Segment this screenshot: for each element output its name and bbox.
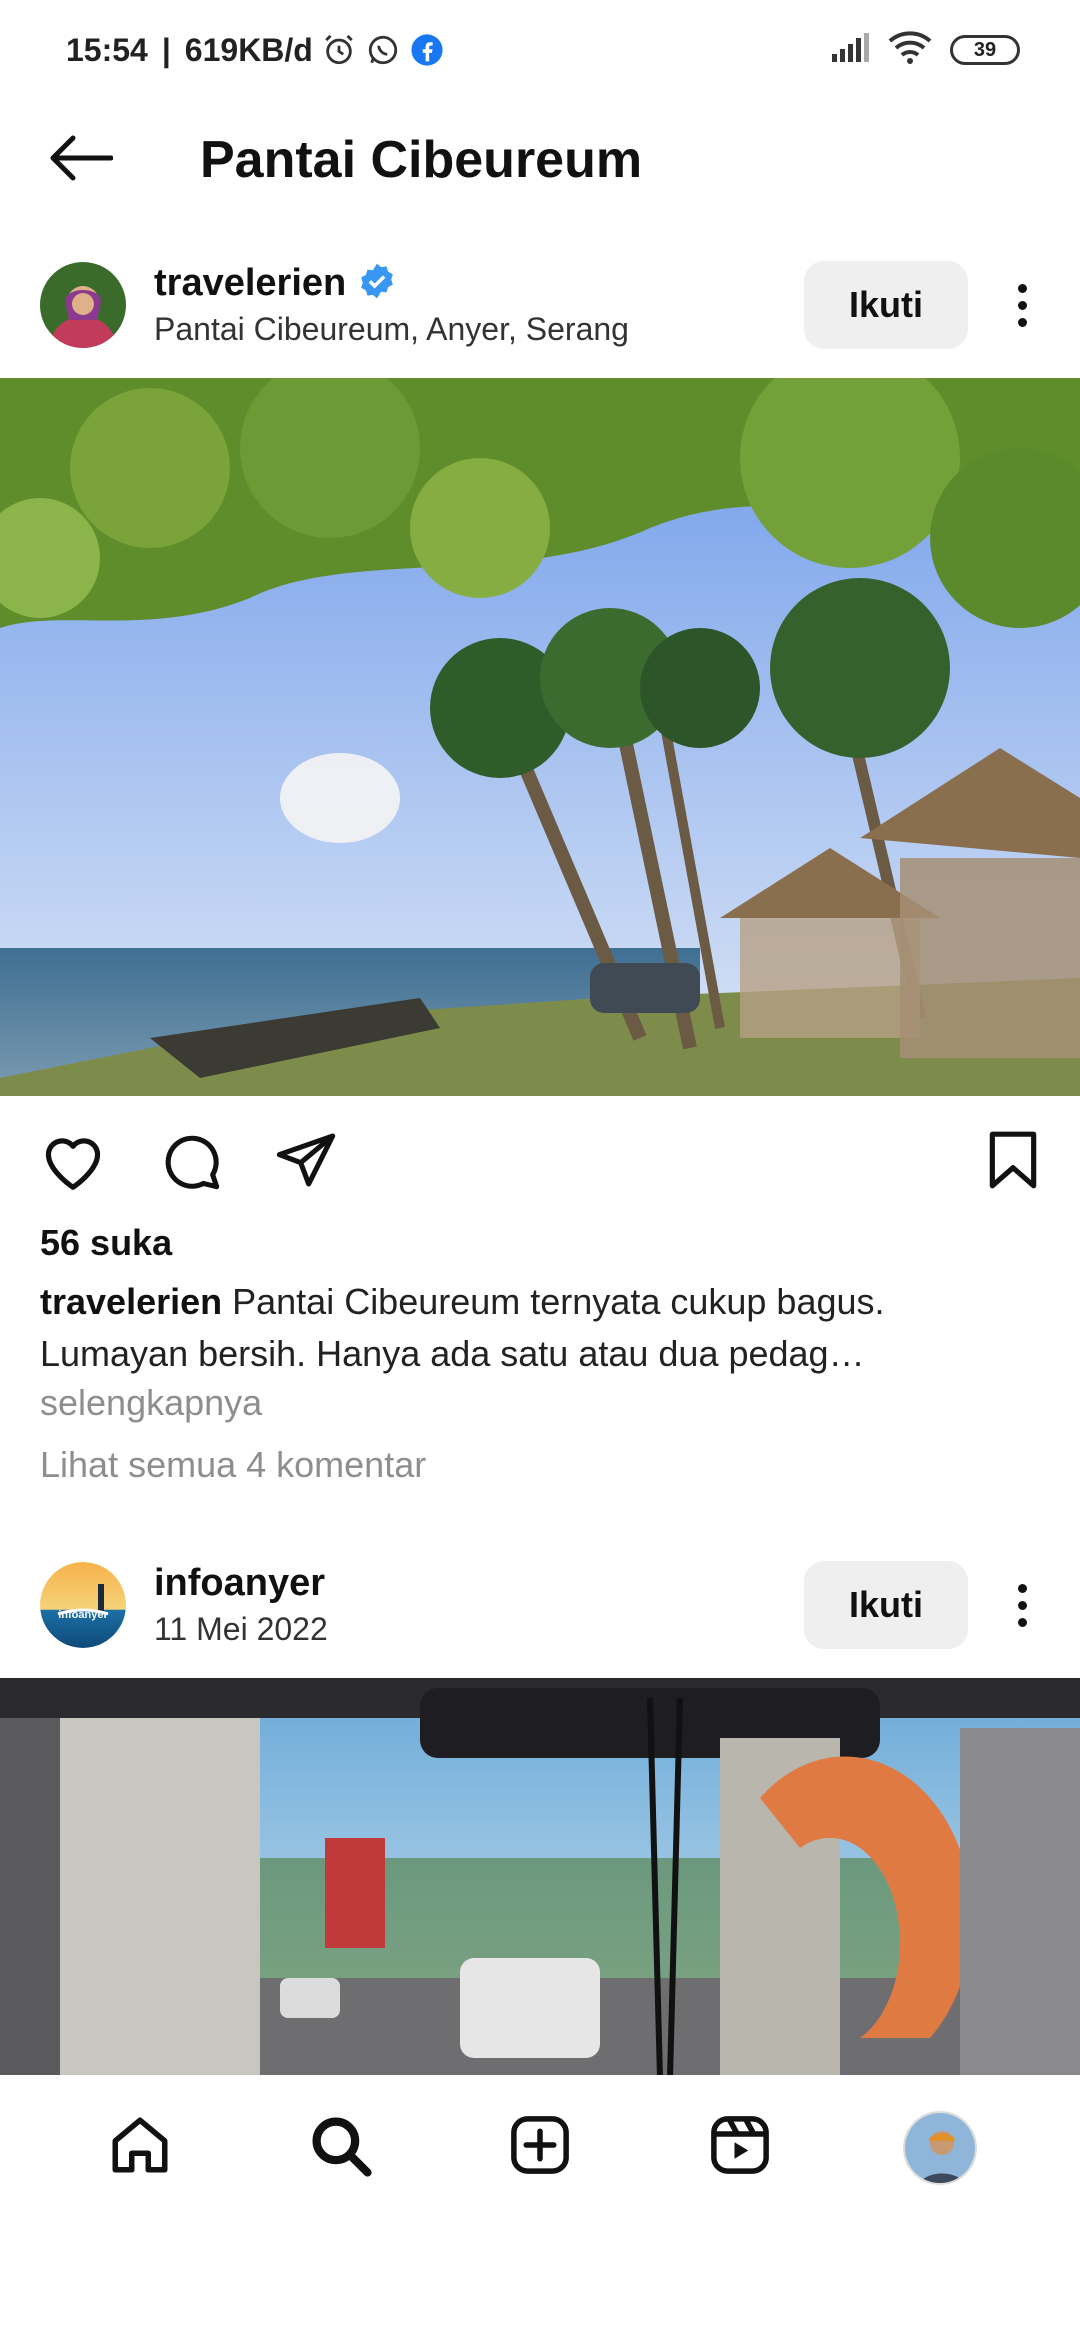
post-image[interactable]: [0, 1678, 1080, 2078]
post-actions: [0, 1110, 1080, 1210]
nav-home[interactable]: [80, 2088, 200, 2208]
post-image[interactable]: [0, 378, 1080, 1096]
follow-button[interactable]: Ikuti: [804, 261, 968, 349]
username[interactable]: travelerien: [154, 262, 346, 305]
more-dot: [1017, 1583, 1027, 1593]
nav-reels[interactable]: [680, 2088, 800, 2208]
post-header: infoanyer infoanyer 11 Mei 2022 Ikuti: [0, 1530, 1080, 1680]
top-header: Pantai Cibeureum: [0, 100, 1080, 220]
post-date: 11 Mei 2022: [154, 1611, 328, 1647]
post-caption: travelerien Pantai Cibeureum ternyata cu…: [40, 1276, 1040, 1380]
more-dot: [1017, 283, 1027, 293]
status-speed: 619KB/d: [184, 31, 313, 68]
signal-icon: [830, 32, 870, 69]
view-comments-link[interactable]: Lihat semua 4 komentar: [40, 1444, 426, 1486]
wifi-icon: [888, 30, 932, 70]
gesture-area: [0, 2220, 1080, 2340]
share-icon[interactable]: [274, 1120, 338, 1200]
status-left: 15:54 | 619KB/d: [66, 32, 445, 69]
app-screen: 15:54 | 619KB/d 39 Pantai Cibeureum trav…: [0, 0, 1080, 2340]
more-options-button[interactable]: [1002, 1561, 1042, 1649]
post-location[interactable]: Pantai Cibeureum, Anyer, Serang: [154, 311, 804, 348]
bookmark-icon[interactable]: [986, 1120, 1040, 1200]
comment-icon[interactable]: [158, 1120, 222, 1200]
profile-avatar: [903, 2110, 977, 2185]
see-more-link[interactable]: selengkapnya: [40, 1382, 262, 1424]
more-dot: [1017, 317, 1027, 327]
reels-icon: [707, 2112, 773, 2183]
user-block: infoanyer 11 Mei 2022: [154, 1562, 804, 1648]
heart-icon[interactable]: [40, 1120, 106, 1200]
more-options-button[interactable]: [1002, 261, 1042, 349]
more-dot: [1017, 300, 1027, 310]
nav-search[interactable]: [280, 2088, 400, 2208]
nav-create[interactable]: [480, 2088, 600, 2208]
nav-profile[interactable]: [880, 2088, 1000, 2208]
home-icon: [107, 2112, 173, 2183]
search-icon: [307, 2112, 373, 2183]
more-dot: [1017, 1600, 1027, 1610]
verified-badge-icon: [358, 262, 396, 305]
svg-text:infoanyer: infoanyer: [58, 1609, 108, 1621]
likes-count[interactable]: 56 suka: [40, 1222, 172, 1264]
whatsapp-icon: [365, 32, 401, 68]
alarm-icon: [321, 32, 357, 68]
avatar[interactable]: infoanyer: [40, 1562, 126, 1648]
status-right: 39: [830, 30, 1020, 70]
user-block: travelerien Pantai Cibeureum, Anyer, Ser…: [154, 262, 804, 348]
post-header: travelerien Pantai Cibeureum, Anyer, Ser…: [0, 230, 1080, 380]
status-separator: |: [161, 31, 171, 68]
status-bar: 15:54 | 619KB/d 39: [0, 0, 1080, 100]
create-icon: [507, 2112, 573, 2183]
battery-indicator: 39: [950, 35, 1020, 65]
status-time: 15:54: [66, 31, 148, 68]
avatar[interactable]: [40, 262, 126, 348]
back-button[interactable]: [30, 110, 130, 210]
username-row: travelerien: [154, 262, 804, 305]
caption-username[interactable]: travelerien: [40, 1281, 222, 1322]
more-dot: [1017, 1617, 1027, 1627]
username[interactable]: infoanyer: [154, 1562, 804, 1605]
follow-button[interactable]: Ikuti: [804, 1561, 968, 1649]
arrow-left-icon: [47, 134, 114, 187]
page-title: Pantai Cibeureum: [200, 131, 643, 189]
bottom-nav: [0, 2075, 1080, 2220]
facebook-icon: [409, 32, 445, 68]
